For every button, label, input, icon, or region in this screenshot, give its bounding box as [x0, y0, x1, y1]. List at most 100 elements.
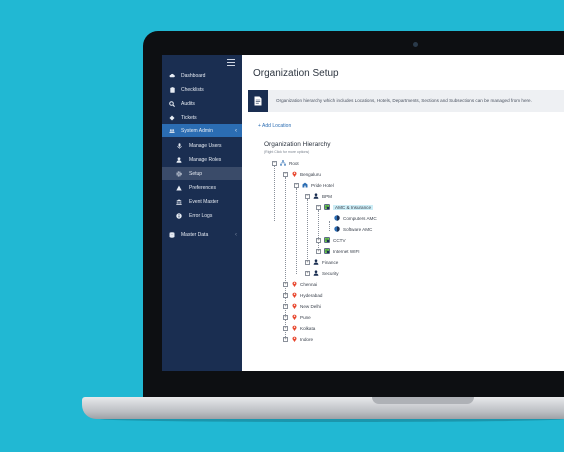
tree-node-label: Hyderabad	[300, 292, 323, 298]
tree-node-hyderabad[interactable]: + Hyderabad	[283, 291, 322, 299]
tree-node-pride-hotel[interactable]: − Pride Hotel	[294, 181, 334, 189]
sidebar-item-master-data[interactable]: Master Data ‹	[162, 228, 242, 241]
map-pin-icon	[291, 314, 297, 320]
sidebar-item-manage-roles[interactable]: Manage Roles	[162, 153, 242, 166]
tree-node-label: Finance	[322, 259, 339, 265]
subsection-icon	[334, 226, 340, 232]
expand-toggle-icon[interactable]: +	[283, 314, 288, 320]
expand-toggle-icon[interactable]: +	[316, 237, 321, 243]
sidebar-item-label: Master Data	[181, 231, 209, 238]
sidebar-item-system-admin[interactable]: System Admin ‹	[162, 124, 242, 137]
laptop-notch	[372, 397, 474, 404]
database-icon	[169, 231, 175, 238]
webcam	[413, 42, 418, 47]
sitemap-icon	[280, 160, 286, 166]
sidebar-item-label: Event Master	[189, 198, 219, 205]
section-grid-icon	[324, 204, 330, 210]
tree-node-label: Security	[322, 270, 339, 276]
sidebar-item-checklists[interactable]: Checklists	[162, 83, 242, 96]
sidebar-item-preferences[interactable]: Preferences	[162, 181, 242, 194]
sidebar-item-label: System Admin	[181, 127, 213, 134]
collapse-toggle-icon[interactable]: −	[272, 160, 277, 166]
collapse-toggle-icon[interactable]: −	[283, 171, 288, 177]
tree-node-amc-insurance[interactable]: − AMC & Insurance	[316, 203, 373, 211]
chevron-left-icon: ‹	[235, 127, 237, 134]
sidebar-item-label: Dashboard	[181, 72, 206, 79]
expand-toggle-icon[interactable]: +	[305, 270, 310, 276]
expand-toggle-icon[interactable]: +	[283, 325, 288, 331]
tree-node-root[interactable]: − Root	[272, 159, 299, 167]
sidebar-item-label: Tickets	[181, 114, 197, 121]
tree-node-software-amc[interactable]: Software AMC	[334, 225, 372, 233]
tree-node-internet-wifi[interactable]: + Internet WIFI	[316, 247, 360, 255]
sidebar-item-error-logs[interactable]: Error Logs	[162, 209, 242, 222]
expand-toggle-icon[interactable]: +	[283, 292, 288, 298]
tree-node-label: Kolkata	[300, 325, 316, 331]
tree-node-cctv[interactable]: + CCTV	[316, 236, 346, 244]
tree-node-pune[interactable]: + Pune	[283, 313, 311, 321]
user-icon	[313, 270, 319, 276]
expand-toggle-icon[interactable]: +	[305, 259, 310, 265]
users-icon	[169, 128, 175, 134]
tree-connector	[274, 166, 275, 221]
section-grid-icon	[324, 248, 330, 254]
clipboard-icon	[169, 86, 175, 93]
tree-node-label: Chennai	[300, 281, 318, 287]
sidebar-item-label: Preferences	[189, 184, 216, 191]
sidebar-item-audits[interactable]: Audits	[162, 97, 242, 110]
expand-toggle-icon[interactable]: +	[283, 281, 288, 287]
sidebar-item-event-master[interactable]: Event Master	[162, 195, 242, 208]
map-pin-icon	[291, 325, 297, 331]
section-grid-icon	[324, 237, 330, 243]
tree-node-label: Indore	[300, 336, 314, 342]
sidebar-item-label: Checklists	[181, 86, 204, 93]
user-icon	[313, 193, 319, 199]
map-pin-icon	[291, 171, 297, 177]
sidebar-item-tickets[interactable]: Tickets	[162, 111, 242, 124]
cloud-icon	[169, 73, 175, 79]
expand-toggle-icon[interactable]: +	[283, 336, 288, 342]
main-content: Organization Setup Organization hierarch…	[242, 55, 564, 371]
collapse-toggle-icon[interactable]: −	[294, 182, 299, 188]
organization-tree: − Root − Bengaluru − Pride Hotel − BPM −…	[242, 55, 564, 371]
laptop-base	[82, 397, 564, 419]
expand-toggle-icon[interactable]: +	[316, 248, 321, 254]
tree-node-label: Root	[289, 160, 299, 166]
hamburger-menu-icon[interactable]	[227, 59, 235, 66]
tree-connector	[296, 188, 297, 274]
user-icon	[313, 259, 319, 265]
tree-node-indore[interactable]: + Indore	[283, 335, 313, 343]
tree-node-kolkata[interactable]: + Kolkata	[283, 324, 315, 332]
tree-node-computers-amc[interactable]: Computers AMC	[334, 214, 377, 222]
sidebar-item-label: Manage Roles	[189, 156, 222, 163]
sidebar-item-label: Manage Users	[189, 142, 222, 149]
map-pin-icon	[291, 336, 297, 342]
bank-icon	[176, 198, 182, 205]
screen: Dashboard Checklists Audits Tickets Syst…	[162, 55, 564, 371]
collapse-toggle-icon[interactable]: −	[316, 204, 321, 210]
collapse-toggle-icon[interactable]: −	[305, 193, 310, 199]
tree-node-finance[interactable]: + Finance	[305, 258, 338, 266]
sidebar-item-setup[interactable]: Setup	[162, 167, 242, 180]
tree-node-bengaluru[interactable]: − Bengaluru	[283, 170, 321, 178]
expand-toggle-icon[interactable]: +	[283, 303, 288, 309]
tree-node-label: New Delhi	[300, 303, 321, 309]
sidebar-item-manage-users[interactable]: Manage Users	[162, 139, 242, 152]
tree-node-bpm[interactable]: − BPM	[305, 192, 332, 200]
info-icon	[176, 212, 182, 219]
tree-node-label: Bengaluru	[300, 171, 321, 177]
subsection-icon	[334, 215, 340, 221]
tree-node-label: Pune	[300, 314, 311, 320]
tree-node-label: Internet WIFI	[333, 248, 360, 254]
sidebar-item-dashboard[interactable]: Dashboard	[162, 69, 242, 82]
tree-node-label: Software AMC	[343, 226, 373, 232]
tree-node-chennai[interactable]: + Chennai	[283, 280, 317, 288]
tree-connector	[318, 210, 319, 252]
triangle-icon	[176, 185, 182, 191]
tree-node-new-delhi[interactable]: + New Delhi	[283, 302, 321, 310]
map-pin-icon	[291, 303, 297, 309]
tree-node-label: CCTV	[333, 237, 346, 243]
tree-node-security[interactable]: + Security	[305, 269, 339, 277]
mic-icon	[176, 142, 182, 149]
sidebar-item-label: Setup	[189, 170, 203, 177]
